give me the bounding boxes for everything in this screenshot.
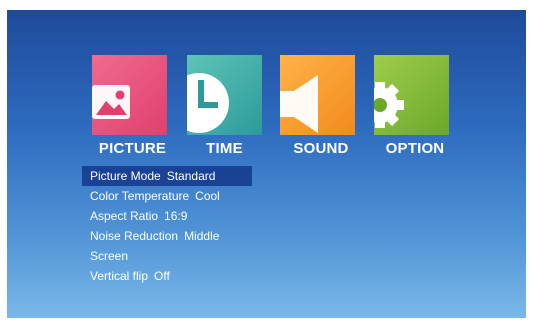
menu-item-label: Screen xyxy=(90,249,129,263)
menu-item-label: Picture Mode xyxy=(90,169,161,183)
tab-sound[interactable] xyxy=(280,55,355,135)
menu-item-color-temperature[interactable]: Color Temperature Cool xyxy=(82,186,272,206)
gear-icon xyxy=(374,82,404,128)
menu-item-label: Vertical flip xyxy=(90,269,149,283)
tab-time-label[interactable]: TIME xyxy=(187,140,262,157)
menu-item-value: 16:9 xyxy=(164,209,188,223)
menu-item-value: Standard xyxy=(166,169,216,183)
tab-picture[interactable] xyxy=(92,55,167,135)
tab-option-label[interactable]: OPTION xyxy=(375,140,455,157)
tab-picture-label[interactable]: PICTURE xyxy=(95,140,170,157)
menu-item-label: Color Temperature xyxy=(90,189,190,203)
menu-item-screen[interactable]: Screen xyxy=(82,246,272,266)
picture-settings-menu: Picture Mode Standard Color Temperature Co… xyxy=(82,166,272,286)
menu-item-label: Aspect Ratio xyxy=(90,209,159,223)
menu-item-vertical-flip[interactable]: Vertical flip Off xyxy=(82,266,272,286)
tab-time[interactable] xyxy=(187,55,262,135)
menu-item-noise-reduction[interactable]: Noise Reduction Middle xyxy=(82,226,272,246)
tv-menu-screen: PICTURE TIME SOUND OPTION Picture Mode St… xyxy=(7,10,526,318)
menu-item-value: Off xyxy=(154,269,170,283)
speaker-icon xyxy=(280,75,318,133)
menu-item-picture-mode[interactable]: Picture Mode Standard xyxy=(82,166,252,186)
tab-option[interactable] xyxy=(374,55,449,135)
menu-item-value: Middle xyxy=(184,229,220,243)
menu-item-value: Cool xyxy=(195,189,220,203)
menu-item-aspect-ratio[interactable]: Aspect Ratio 16:9 xyxy=(82,206,272,226)
menu-item-label: Noise Reduction xyxy=(90,229,179,243)
tab-sound-label[interactable]: SOUND xyxy=(281,140,361,157)
picture-icon xyxy=(92,85,130,119)
clock-icon xyxy=(187,73,229,133)
